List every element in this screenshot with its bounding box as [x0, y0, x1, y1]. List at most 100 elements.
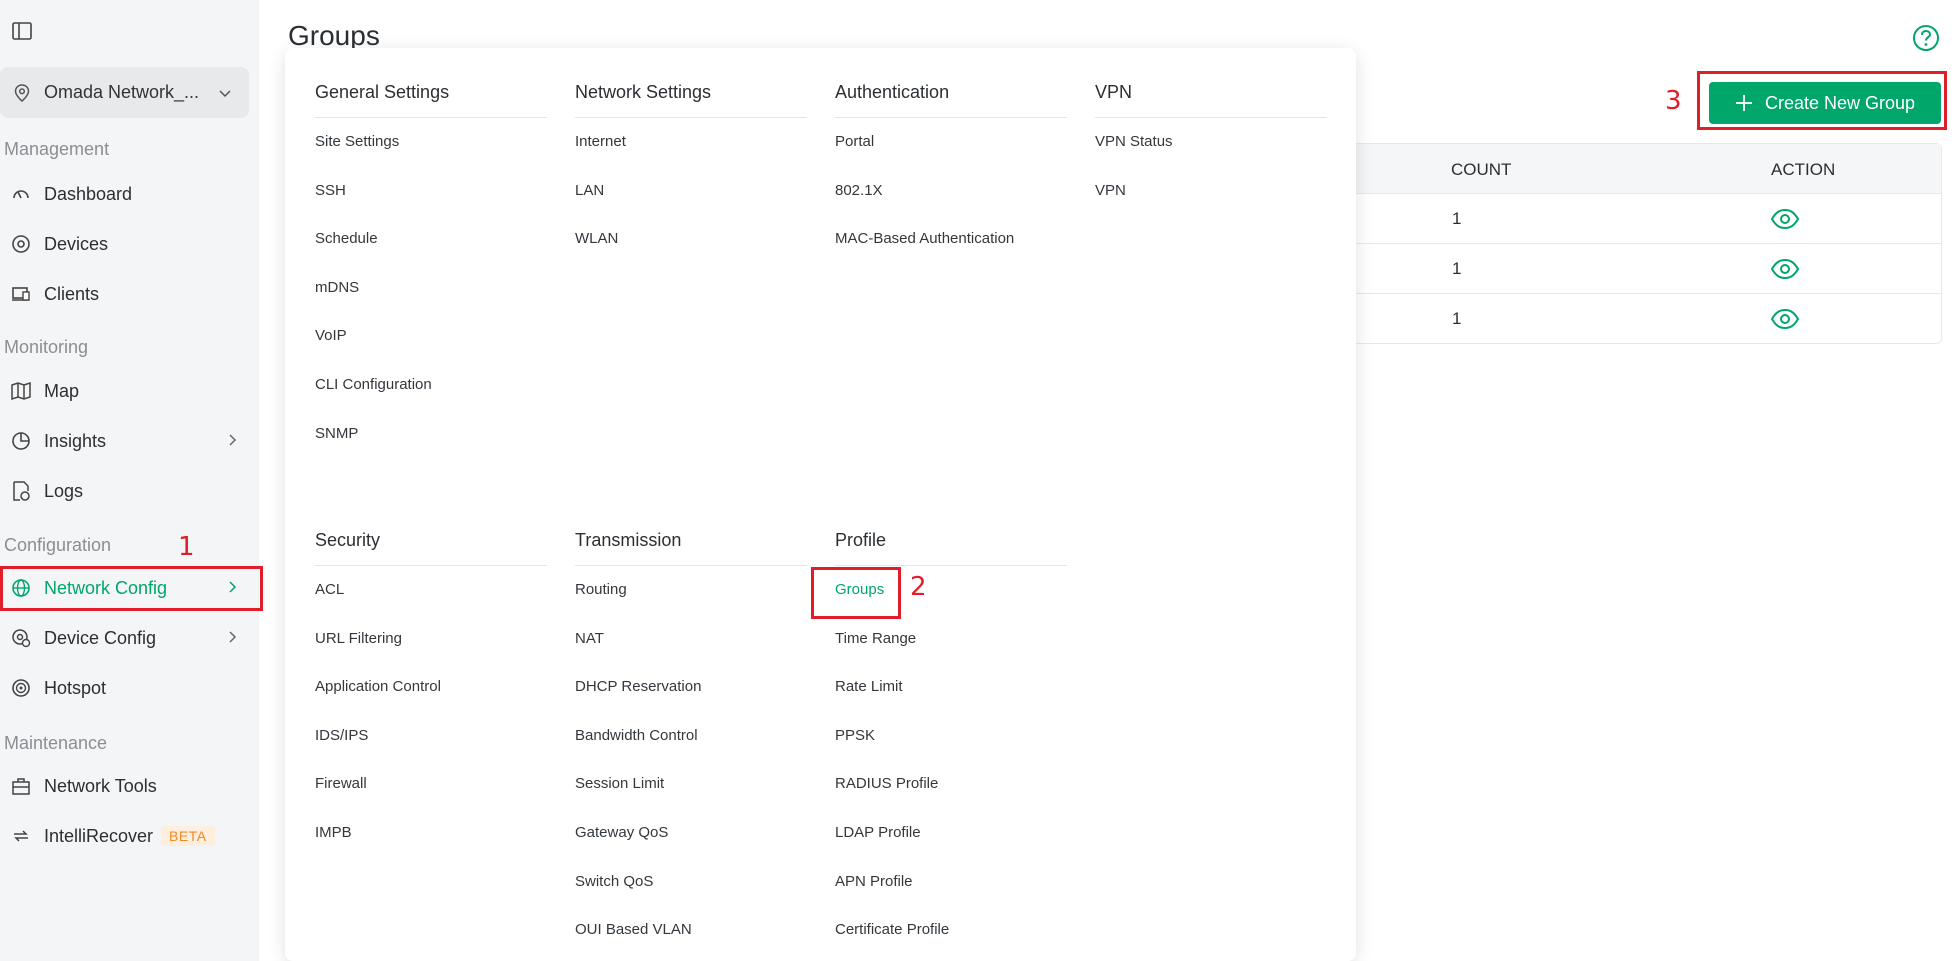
column-header-action: ACTION — [1771, 160, 1836, 179]
nav-label: Hotspot — [44, 677, 107, 698]
help-icon[interactable] — [1912, 24, 1940, 52]
view-eye-icon[interactable] — [1770, 206, 1800, 232]
nav-item-hotspot[interactable]: Hotspot — [0, 665, 259, 711]
nav-label: Clients — [44, 283, 100, 304]
pie-chart-icon — [12, 432, 30, 450]
menu-item-bandwidth-control[interactable]: Bandwidth Control — [575, 726, 807, 775]
nav-label: Network Tools — [44, 775, 157, 796]
menu-item-8021x[interactable]: 802.1X — [835, 181, 1067, 230]
menu-column-authentication: Authentication Portal 802.1X MAC-Based A… — [835, 82, 1067, 278]
map-icon — [11, 381, 31, 401]
menu-item-apn-profile[interactable]: APN Profile — [835, 872, 1067, 921]
annotation-box-network-config — [0, 566, 263, 611]
menu-item-rate-limit[interactable]: Rate Limit — [835, 677, 1067, 726]
menu-item-ldap-profile[interactable]: LDAP Profile — [835, 823, 1067, 872]
menu-item-snmp[interactable]: SNMP — [315, 424, 547, 473]
menu-column-vpn: VPN VPN Status VPN — [1095, 82, 1327, 229]
menu-item-switch-qos[interactable]: Switch QoS — [575, 872, 807, 921]
menu-item-voip[interactable]: VoIP — [315, 326, 547, 375]
menu-item-portal[interactable]: Portal — [835, 132, 1067, 181]
menu-item-vpn-status[interactable]: VPN Status — [1095, 132, 1327, 181]
menu-item-session-limit[interactable]: Session Limit — [575, 774, 807, 823]
count-cell: 1 — [1452, 209, 1462, 228]
site-name: Omada Network_... — [44, 82, 200, 102]
logs-icon — [13, 481, 30, 501]
table-row: 1 — [1351, 244, 1941, 294]
device-config-icon — [12, 629, 31, 648]
groups-table: COUNT ACTION 1 1 1 — [1350, 143, 1942, 344]
menu-column-general-settings: General Settings Site Settings SSH Sched… — [315, 82, 547, 472]
menu-heading: Profile — [835, 530, 1067, 566]
menu-heading: Security — [315, 530, 547, 566]
menu-item-time-range[interactable]: Time Range — [835, 629, 1067, 678]
nav-item-logs[interactable]: Logs — [0, 468, 259, 514]
menu-item-schedule[interactable]: Schedule — [315, 229, 547, 278]
menu-item-internet[interactable]: Internet — [575, 132, 807, 181]
menu-item-vpn[interactable]: VPN — [1095, 181, 1327, 230]
nav-item-dashboard[interactable]: Dashboard — [0, 171, 259, 217]
nav-label: Map — [44, 380, 80, 401]
menu-item-ids-ips[interactable]: IDS/IPS — [315, 726, 547, 775]
menu-item-firewall[interactable]: Firewall — [315, 774, 547, 823]
menu-item-gateway-qos[interactable]: Gateway QoS — [575, 823, 807, 872]
annotation-number-1: 1 — [178, 532, 195, 562]
menu-item-certificate-profile[interactable]: Certificate Profile — [835, 920, 1067, 961]
annotation-number-3: 3 — [1665, 86, 1682, 116]
menu-item-impb[interactable]: IMPB — [315, 823, 547, 872]
view-eye-icon[interactable] — [1770, 306, 1800, 332]
menu-item-nat[interactable]: NAT — [575, 629, 807, 678]
section-monitoring: Monitoring — [4, 337, 89, 357]
nav-item-clients[interactable]: Clients — [0, 271, 259, 317]
menu-item-routing[interactable]: Routing — [575, 580, 807, 629]
devices-icon — [12, 235, 30, 253]
section-management: Management — [4, 139, 110, 159]
nav-label: Devices — [44, 233, 109, 254]
location-pin-icon — [14, 83, 30, 102]
menu-column-security: Security ACL URL Filtering Application C… — [315, 530, 547, 872]
menu-item-site-settings[interactable]: Site Settings — [315, 132, 547, 181]
sync-arrows-icon — [14, 830, 28, 842]
menu-heading: General Settings — [315, 82, 547, 118]
nav-label: Device Config — [44, 627, 157, 648]
chevron-down-icon — [219, 89, 231, 97]
nav-item-network-tools[interactable]: Network Tools — [0, 763, 259, 809]
count-cell: 1 — [1452, 259, 1462, 278]
nav-label: Dashboard — [44, 183, 133, 204]
menu-item-mdns[interactable]: mDNS — [315, 278, 547, 327]
menu-item-lan[interactable]: LAN — [575, 181, 807, 230]
menu-item-cli-configuration[interactable]: CLI Configuration — [315, 375, 547, 424]
nav-item-device-config[interactable]: Device Config — [0, 615, 259, 661]
menu-item-acl[interactable]: ACL — [315, 580, 547, 629]
menu-item-wlan[interactable]: WLAN — [575, 229, 807, 278]
sidebar-toggle-icon[interactable] — [11, 20, 33, 42]
menu-item-application-control[interactable]: Application Control — [315, 677, 547, 726]
menu-item-ssh[interactable]: SSH — [315, 181, 547, 230]
menu-item-dhcp-reservation[interactable]: DHCP Reservation — [575, 677, 807, 726]
dashboard-icon — [13, 190, 29, 199]
menu-item-oui-based-vlan[interactable]: OUI Based VLAN — [575, 920, 807, 961]
menu-heading: Transmission — [575, 530, 807, 566]
menu-item-url-filtering[interactable]: URL Filtering — [315, 629, 547, 678]
menu-item-ppsk[interactable]: PPSK — [835, 726, 1067, 775]
annotation-number-2: 2 — [910, 572, 927, 602]
count-cell: 1 — [1452, 309, 1462, 328]
menu-column-network-settings: Network Settings Internet LAN WLAN — [575, 82, 807, 278]
menu-item-mac-based-auth[interactable]: MAC-Based Authentication — [835, 229, 1067, 278]
section-configuration: Configuration — [4, 535, 112, 555]
column-header-count: COUNT — [1451, 160, 1512, 179]
menu-item-radius-profile[interactable]: RADIUS Profile — [835, 774, 1067, 823]
menu-heading: Authentication — [835, 82, 1067, 118]
nav-item-intellirecover[interactable]: IntelliRecover BETA — [0, 813, 259, 859]
toolbox-icon — [12, 778, 30, 795]
hotspot-icon — [12, 679, 30, 697]
network-config-menu: General Settings Site Settings SSH Sched… — [285, 48, 1356, 961]
table-row: 1 — [1351, 194, 1941, 244]
menu-heading: VPN — [1095, 82, 1327, 118]
nav-item-insights[interactable]: Insights — [0, 418, 259, 464]
beta-badge: BETA — [161, 826, 215, 846]
view-eye-icon[interactable] — [1770, 256, 1800, 282]
sidebar: Omada Network_... Management Dashboard D… — [0, 0, 259, 961]
nav-item-devices[interactable]: Devices — [0, 221, 259, 267]
site-selector[interactable]: Omada Network_... — [0, 67, 249, 118]
nav-item-map[interactable]: Map — [0, 368, 259, 414]
